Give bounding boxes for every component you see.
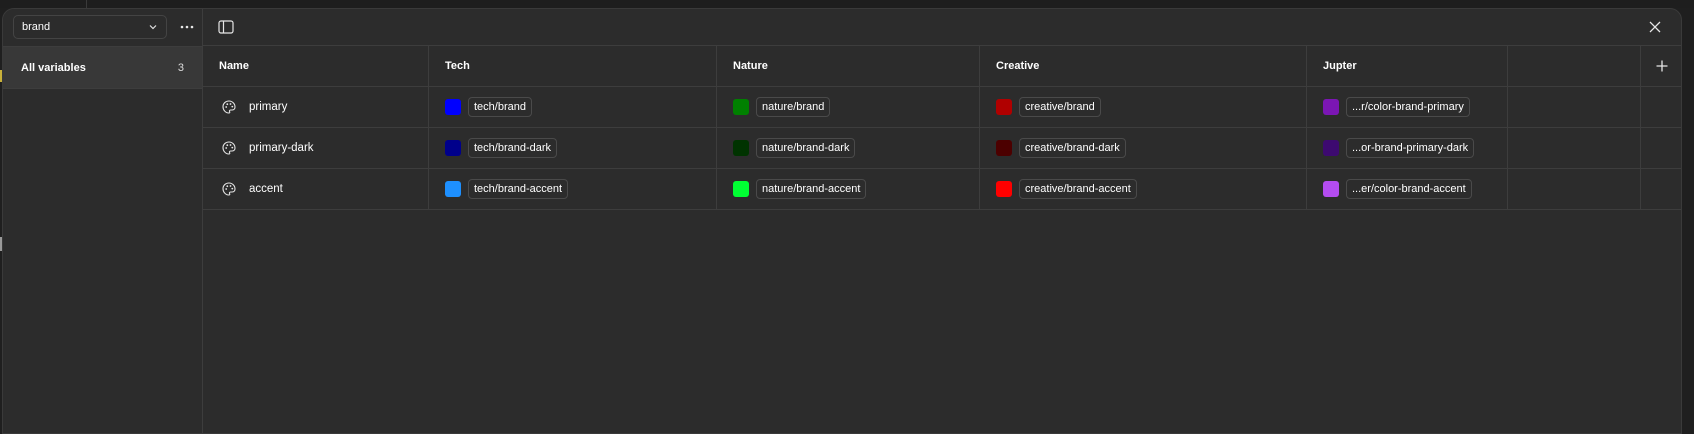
color-swatch[interactable] <box>445 99 461 115</box>
column-header-label: Jupter <box>1323 60 1357 72</box>
more-horizontal-icon <box>180 25 194 29</box>
empty-cell <box>1508 128 1641 168</box>
variable-name: primary-dark <box>249 142 314 154</box>
color-swatch[interactable] <box>733 99 749 115</box>
close-icon <box>1649 21 1661 33</box>
column-header-creative[interactable]: Creative <box>980 46 1307 86</box>
alias-chip[interactable]: nature/brand-accent <box>756 179 867 199</box>
empty-cell <box>1641 169 1681 209</box>
empty-cell <box>1508 169 1641 209</box>
empty-cell <box>1641 128 1681 168</box>
color-swatch[interactable] <box>1323 181 1339 197</box>
color-swatch[interactable] <box>996 99 1012 115</box>
alias-chip[interactable]: creative/brand-accent <box>1019 179 1137 199</box>
color-swatch[interactable] <box>996 181 1012 197</box>
value-cell-jupter[interactable]: ...r/color-brand-primary <box>1307 87 1508 127</box>
column-header-nature[interactable]: Nature <box>717 46 980 86</box>
column-header-tech[interactable]: Tech <box>429 46 717 86</box>
chevron-down-icon <box>148 22 158 32</box>
empty-cell <box>1508 87 1641 127</box>
alias-chip[interactable]: nature/brand-dark <box>756 138 856 158</box>
table-row[interactable]: primary-dark tech/brand-dark nature/bran… <box>203 128 1681 169</box>
value-cell-creative[interactable]: creative/brand-accent <box>980 169 1307 209</box>
background-divider <box>86 0 87 8</box>
collection-select[interactable]: brand <box>13 15 167 39</box>
column-header-name[interactable]: Name <box>203 46 429 86</box>
palette-icon <box>222 99 238 115</box>
table-row[interactable]: primary tech/brand nature/brand creative… <box>203 87 1681 128</box>
alias-chip[interactable]: ...r/color-brand-primary <box>1346 97 1470 117</box>
column-header-empty <box>1508 46 1641 86</box>
collections-sidebar: brand All variables 3 <box>3 9 203 433</box>
group-count: 3 <box>177 61 184 74</box>
value-cell-tech[interactable]: tech/brand-dark <box>429 128 717 168</box>
value-cell-tech[interactable]: tech/brand-accent <box>429 169 717 209</box>
variable-name: primary <box>249 101 288 113</box>
variable-name-cell[interactable]: primary <box>203 87 429 127</box>
variable-name-cell[interactable]: accent <box>203 169 429 209</box>
plus-icon <box>1656 60 1668 72</box>
color-swatch[interactable] <box>1323 140 1339 156</box>
variables-modal: brand All variables 3 Name Tech Nature C… <box>2 8 1682 434</box>
variable-name: accent <box>249 183 283 195</box>
alias-chip[interactable]: tech/brand-dark <box>468 138 558 158</box>
modal-toolbar <box>203 9 1681 46</box>
sidebar-divider <box>3 88 202 89</box>
value-cell-creative[interactable]: creative/brand <box>980 87 1307 127</box>
value-cell-tech[interactable]: tech/brand <box>429 87 717 127</box>
add-mode-cell <box>1641 46 1681 86</box>
table-header-row: Name Tech Nature Creative Jupter <box>203 46 1681 87</box>
alias-chip[interactable]: nature/brand <box>756 97 831 117</box>
column-header-label: Name <box>219 60 249 72</box>
empty-cell <box>1641 87 1681 127</box>
sidebar-item-all-variables[interactable]: All variables 3 <box>3 47 202 88</box>
color-swatch[interactable] <box>445 140 461 156</box>
sidebar-toggle-button[interactable] <box>217 18 235 36</box>
color-swatch[interactable] <box>445 181 461 197</box>
value-cell-jupter[interactable]: ...or-brand-primary-dark <box>1307 128 1508 168</box>
column-header-label: Creative <box>996 60 1040 72</box>
table-row[interactable]: accent tech/brand-accent nature/brand-ac… <box>203 169 1681 210</box>
group-label: All variables <box>21 61 86 74</box>
alias-chip[interactable]: creative/brand-dark <box>1019 138 1126 158</box>
variable-name-cell[interactable]: primary-dark <box>203 128 429 168</box>
alias-chip[interactable]: tech/brand-accent <box>468 179 569 199</box>
value-cell-creative[interactable]: creative/brand-dark <box>980 128 1307 168</box>
column-header-label: Nature <box>733 60 768 72</box>
value-cell-nature[interactable]: nature/brand-dark <box>717 128 980 168</box>
color-swatch[interactable] <box>1323 99 1339 115</box>
alias-chip[interactable]: ...er/color-brand-accent <box>1346 179 1472 199</box>
palette-icon <box>222 140 238 156</box>
column-header-label: Tech <box>445 60 470 72</box>
alias-chip[interactable]: creative/brand <box>1019 97 1101 117</box>
close-button[interactable] <box>1645 17 1665 37</box>
column-header-jupter[interactable]: Jupter <box>1307 46 1508 86</box>
value-cell-nature[interactable]: nature/brand-accent <box>717 169 980 209</box>
color-swatch[interactable] <box>733 181 749 197</box>
value-cell-jupter[interactable]: ...er/color-brand-accent <box>1307 169 1508 209</box>
more-options-button[interactable] <box>177 17 197 37</box>
sidebar-toggle-icon <box>218 20 234 34</box>
palette-icon <box>222 181 238 197</box>
color-swatch[interactable] <box>733 140 749 156</box>
color-swatch[interactable] <box>996 140 1012 156</box>
value-cell-nature[interactable]: nature/brand <box>717 87 980 127</box>
add-mode-button[interactable] <box>1653 57 1671 75</box>
background-strip <box>0 0 1694 8</box>
alias-chip[interactable]: tech/brand <box>468 97 532 117</box>
alias-chip[interactable]: ...or-brand-primary-dark <box>1346 138 1475 158</box>
collection-select-value: brand <box>22 21 51 33</box>
variables-table: Name Tech Nature Creative Jupter primary <box>203 46 1681 210</box>
